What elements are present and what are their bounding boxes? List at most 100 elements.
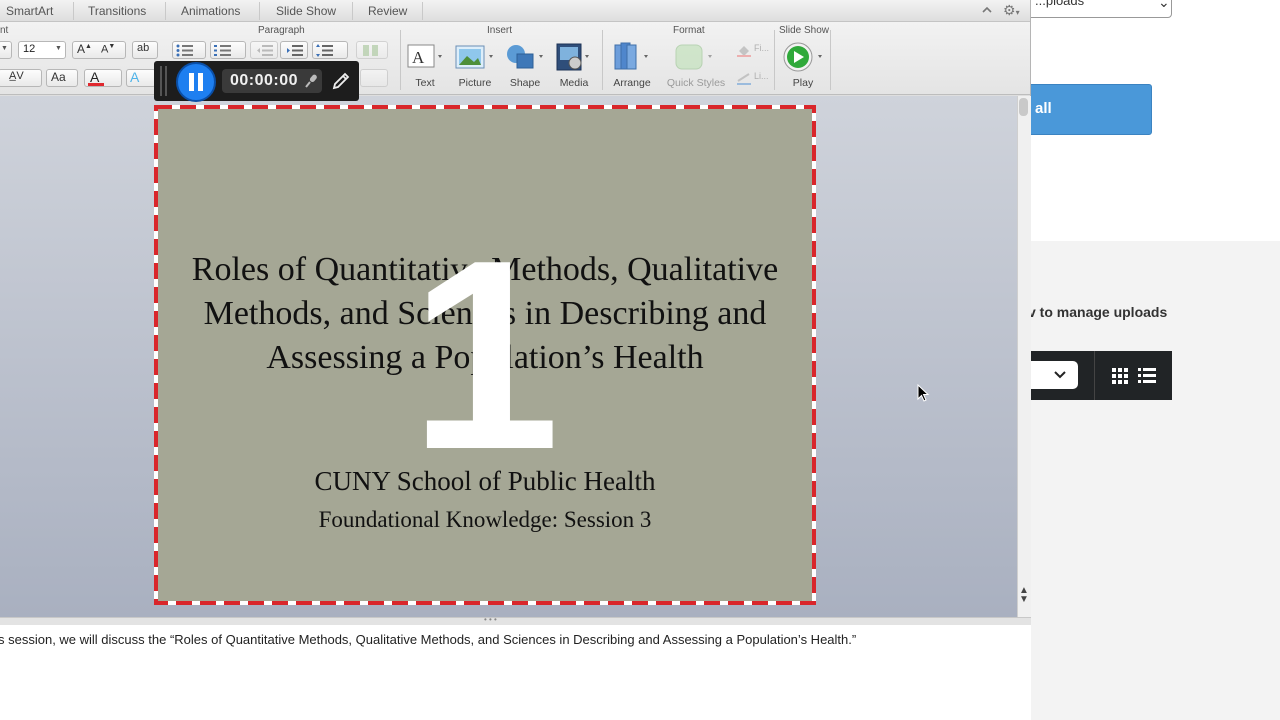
tab-separator [352,2,353,20]
shape-icon [507,45,543,69]
tab-separator [259,2,260,20]
pen-icon[interactable] [329,69,353,93]
group-separator [774,30,775,90]
speaker-notes-text[interactable]: s session, we will discuss the “Roles of… [0,632,856,647]
increase-indent-button[interactable] [280,41,308,59]
tab-review[interactable]: Review [368,4,407,18]
group-separator [400,30,401,90]
tab-smartart[interactable]: SmartArt [6,4,53,18]
decrease-indent-button[interactable] [250,41,278,59]
gear-icon[interactable]: ⚙▾ [1003,2,1020,19]
font-size-buttons[interactable]: A▲ A▼ [72,41,126,59]
drag-handle-icon[interactable] [158,66,170,96]
decrease-indent-icon [257,45,273,56]
tab-separator [165,2,166,20]
quick-styles-icon [675,44,712,70]
svg-text:A: A [412,48,425,67]
columns-button[interactable] [356,41,388,59]
grid-view-icon[interactable] [1111,367,1129,385]
line-spacing-button[interactable] [312,41,348,59]
group-title-insert: Insert [487,25,513,36]
spellcheck-icon: ab [137,42,150,54]
shape-fill-label: Fi... [754,43,769,53]
collapse-ribbon-icon[interactable] [980,3,994,17]
insert-media-button[interactable] [554,41,594,75]
character-spacing-button[interactable]: A̲V [0,69,42,87]
text-effects-button[interactable]: A [126,69,156,87]
font-color-button[interactable]: A [84,69,122,87]
shape-fill-button[interactable]: Fi... [736,42,770,58]
font-size-field[interactable]: 12 ▼ [18,41,66,59]
arrange-button[interactable] [610,41,654,75]
list-view-icon[interactable] [1137,367,1157,385]
media-icon [556,43,589,71]
text-effects-icon: A [130,69,140,85]
line-icon [737,73,751,85]
text-direction-button[interactable] [360,69,388,87]
shape-button-label: Shape [509,77,541,89]
pause-icon [189,73,203,91]
shape-line-button[interactable]: Li... [736,70,770,86]
scrollbar-thumb[interactable] [1019,98,1028,116]
font-name-dropdown[interactable]: ▼ [0,41,12,59]
media-button-label: Media [559,77,589,89]
group-title-paragraph: Paragraph [258,25,305,36]
pause-recording-button[interactable] [176,62,216,102]
notes-splitter[interactable] [0,617,1031,625]
scroll-arrows-icon[interactable]: ▲ ▼ [1017,586,1031,605]
slide-session-label[interactable]: Foundational Knowledge: Session 3 [160,507,810,533]
font-size-value: 12 [23,43,36,55]
change-case-button[interactable]: Aa [46,69,78,87]
quick-styles-button[interactable] [668,41,720,75]
group-title-format: Format [673,25,705,36]
quick-styles-label: Quick Styles [666,77,726,89]
arrange-icon [614,42,648,70]
insert-text-box-button[interactable]: A [405,41,445,75]
fill-bucket-icon [737,46,751,57]
web-manage-uploads-text: v to manage uploads [1028,304,1168,320]
insert-shape-button[interactable] [503,41,547,75]
shape-line-label: Li... [754,71,769,81]
tab-transitions[interactable]: Transitions [88,4,146,18]
numbering-button[interactable] [210,41,246,59]
bullets-button[interactable] [172,41,206,59]
picture-icon [455,45,493,69]
group-title-slideshow: Slide Show [779,25,830,36]
grow-font-icon[interactable]: A▲ [77,42,92,56]
splitter-grip-icon[interactable]: • • • [484,615,497,624]
recording-countdown: 1 [409,205,561,506]
text-box-icon: A [407,44,442,68]
microphone-icon[interactable] [303,73,319,89]
group-separator [830,30,831,90]
clear-formatting-button[interactable]: ab [132,41,158,59]
group-separator [602,30,603,90]
group-title-font: nt [0,25,9,36]
picture-button-label: Picture [458,77,492,89]
font-color-swatch [88,83,104,86]
recording-timer: 00:00:00 [230,72,299,89]
text-button-label: Text [415,77,435,89]
web-primary-button[interactable]: all [1020,84,1152,135]
chevron-down-icon [1054,371,1066,379]
play-button-label: Play [792,77,814,89]
character-spacing-icon: A̲V [9,70,24,82]
arrange-button-label: Arrange [613,77,651,89]
tab-separator [73,2,74,20]
change-case-icon: Aa [51,70,66,84]
play-slideshow-button[interactable] [780,41,826,75]
vertical-scrollbar[interactable] [1017,96,1031,617]
shrink-font-icon[interactable]: A▼ [101,43,115,56]
columns-icon [363,45,378,56]
tab-slide-show[interactable]: Slide Show [276,4,336,18]
toolbar-divider [1094,351,1095,400]
ribbon-tab-bar: SmartArt Transitions Animations Slide Sh… [0,0,1030,22]
insert-picture-button[interactable] [452,41,498,75]
tab-animations[interactable]: Animations [181,4,240,18]
mouse-cursor-icon [917,384,930,402]
play-icon [783,42,822,72]
increase-indent-icon [287,45,303,56]
bullets-icon [176,44,193,57]
chevron-down-icon: ⌄ [1158,0,1170,10]
numbering-icon [214,45,231,56]
line-spacing-icon [316,44,333,57]
